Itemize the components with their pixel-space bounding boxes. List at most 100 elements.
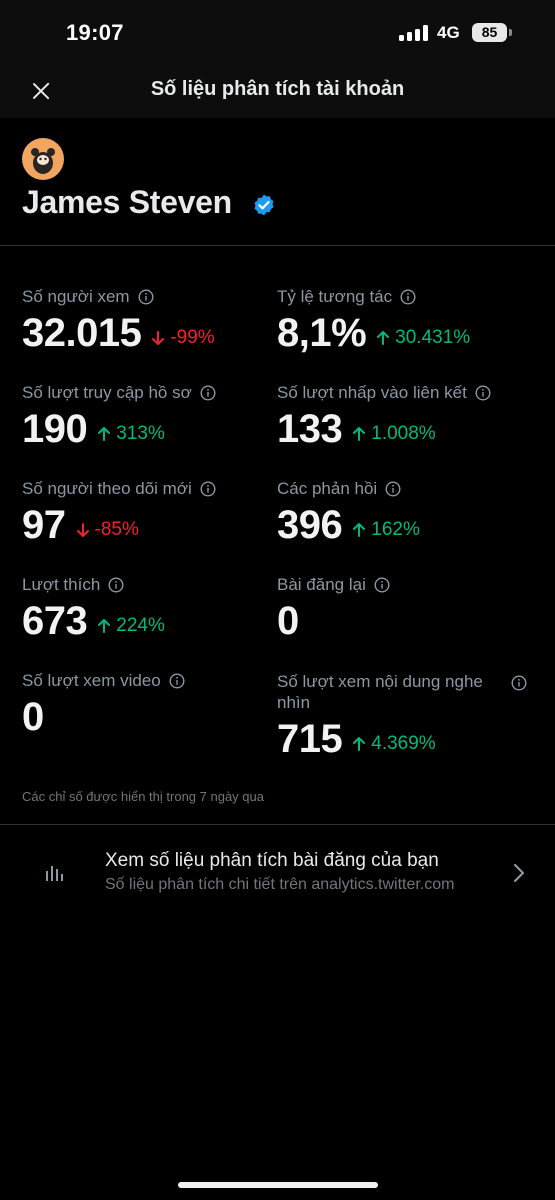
metric-value: 97 <box>22 503 66 547</box>
metric-label-row: Các phản hồi <box>277 479 420 499</box>
link-title: Xem số liệu phân tích bài đăng của bạn <box>105 850 439 871</box>
info-icon[interactable] <box>108 577 124 593</box>
link-subtitle: Số liệu phân tích chi tiết trên analytic… <box>105 876 455 893</box>
metric-value: 715 <box>277 717 343 761</box>
metric-value-row: 673 224% <box>22 599 165 644</box>
arrow-up-icon <box>352 426 366 442</box>
avatar[interactable] <box>22 138 64 180</box>
metric-card: Số lượt xem video 0 <box>22 671 185 740</box>
metric-change-value: 1.008% <box>371 423 436 444</box>
arrow-up-icon <box>376 330 390 346</box>
metric-value: 32.015 <box>22 311 142 355</box>
metric-label-row: Số người xem <box>22 287 215 307</box>
divider <box>0 245 555 246</box>
metric-change: -99% <box>151 327 215 349</box>
metric-value-row: 32.015 -99% <box>22 311 215 356</box>
status-bar: 19:07 4G 85 <box>0 0 555 66</box>
metric-card: Số người theo dõi mới 97 -85% <box>22 479 216 548</box>
metric-value: 396 <box>277 503 343 547</box>
metric-change-value: -99% <box>170 327 215 348</box>
page-title: Số liệu phân tích tài khoản <box>150 78 405 100</box>
battery-icon: 85 <box>472 23 507 42</box>
metric-value-row: 97 -85% <box>22 503 216 548</box>
metric-change: 1.008% <box>352 423 436 445</box>
metric-value: 673 <box>22 599 88 643</box>
metric-value-row: 8,1% 30.431% <box>277 311 470 356</box>
info-icon[interactable] <box>511 675 527 691</box>
info-icon[interactable] <box>475 385 491 401</box>
arrow-up-icon <box>97 618 111 634</box>
metric-label: Số lượt nhấp vào liên kết <box>277 383 467 402</box>
metric-change: 313% <box>97 423 165 445</box>
metric-value-row: 190 313% <box>22 407 216 452</box>
metric-label-row: Số lượt nhấp vào liên kết <box>277 383 491 403</box>
metric-label: Bài đăng lại <box>277 575 366 594</box>
metric-value-row: 0 <box>22 695 185 740</box>
info-icon[interactable] <box>400 289 416 305</box>
arrow-down-icon <box>151 330 165 346</box>
metric-label: Các phản hồi <box>277 479 378 498</box>
info-icon[interactable] <box>200 481 216 497</box>
metric-value-row: 396 162% <box>277 503 420 548</box>
arrow-up-icon <box>352 736 366 752</box>
divider <box>0 824 555 825</box>
metric-value-row: 0 <box>277 599 390 644</box>
arrow-up-icon <box>97 426 111 442</box>
battery-tip <box>509 29 512 36</box>
metric-label: Số lượt xem nội dung nghe nhìn <box>277 672 483 712</box>
metric-label-row: Tỷ lệ tương tác <box>277 287 470 307</box>
metric-value: 133 <box>277 407 343 451</box>
profile-name: James Steven <box>22 184 232 220</box>
metric-value-row: 715 4.369% <box>277 717 527 762</box>
metric-card: Lượt thích 673 224% <box>22 575 165 644</box>
signal-icon <box>399 25 429 41</box>
metric-value: 0 <box>277 599 299 643</box>
bar-chart-icon <box>44 863 64 883</box>
info-icon[interactable] <box>138 289 154 305</box>
metric-label-row: Bài đăng lại <box>277 575 390 595</box>
info-icon[interactable] <box>385 481 401 497</box>
metric-change: 224% <box>97 615 165 637</box>
metric-card: Số lượt truy cập hồ sơ 190 313% <box>22 383 216 452</box>
metric-change-value: 4.369% <box>371 733 436 754</box>
metric-value: 190 <box>22 407 88 451</box>
metric-change: -85% <box>76 519 139 541</box>
metric-card: Các phản hồi 396 162% <box>277 479 420 548</box>
info-icon[interactable] <box>374 577 390 593</box>
home-indicator[interactable] <box>178 1182 378 1188</box>
metric-label: Lượt thích <box>22 575 101 594</box>
metric-label: Số người theo dõi mới <box>22 479 192 498</box>
metric-card: Số người xem 32.015 -99% <box>22 287 215 356</box>
metric-change-value: 162% <box>371 519 420 540</box>
metric-value: 0 <box>22 695 44 739</box>
metric-label: Tỷ lệ tương tác <box>277 287 393 306</box>
metric-card: Tỷ lệ tương tác 8,1% 30.431% <box>277 287 470 356</box>
metric-change-value: 313% <box>116 423 165 444</box>
info-icon[interactable] <box>200 385 216 401</box>
metric-change-value: -85% <box>94 519 139 540</box>
metric-label-row: Lượt thích <box>22 575 165 595</box>
metric-label-row: Số lượt xem video <box>22 671 185 691</box>
metric-label-row: Số người theo dõi mới <box>22 479 216 499</box>
status-time: 19:07 <box>66 20 124 45</box>
metric-label-row: Số lượt truy cập hồ sơ <box>22 383 216 403</box>
metric-card: Số lượt nhấp vào liên kết 133 1.008% <box>277 383 491 452</box>
metric-change: 4.369% <box>352 733 436 755</box>
metric-label-row: Số lượt xem nội dung nghe nhìn <box>277 671 527 713</box>
metric-change-value: 30.431% <box>395 327 471 348</box>
header: Số liệu phân tích tài khoản <box>0 66 555 118</box>
metric-card: Số lượt xem nội dung nghe nhìn 715 4.369% <box>277 671 527 762</box>
arrow-down-icon <box>76 522 90 538</box>
metric-label: Số lượt xem video <box>22 671 161 690</box>
metrics-footnote: Các chỉ số được hiển thị trong 7 ngày qu… <box>22 789 264 804</box>
metric-change: 30.431% <box>376 327 470 349</box>
metric-change: 162% <box>352 519 420 541</box>
post-analytics-link[interactable]: Xem số liệu phân tích bài đăng của bạn S… <box>0 836 555 908</box>
metric-card: Bài đăng lại 0 <box>277 575 390 644</box>
metric-label: Số lượt truy cập hồ sơ <box>22 383 192 402</box>
info-icon[interactable] <box>169 673 185 689</box>
metric-label: Số người xem <box>22 287 130 306</box>
arrow-up-icon <box>352 522 366 538</box>
verified-badge-icon <box>252 193 276 217</box>
metric-value: 8,1% <box>277 311 367 355</box>
